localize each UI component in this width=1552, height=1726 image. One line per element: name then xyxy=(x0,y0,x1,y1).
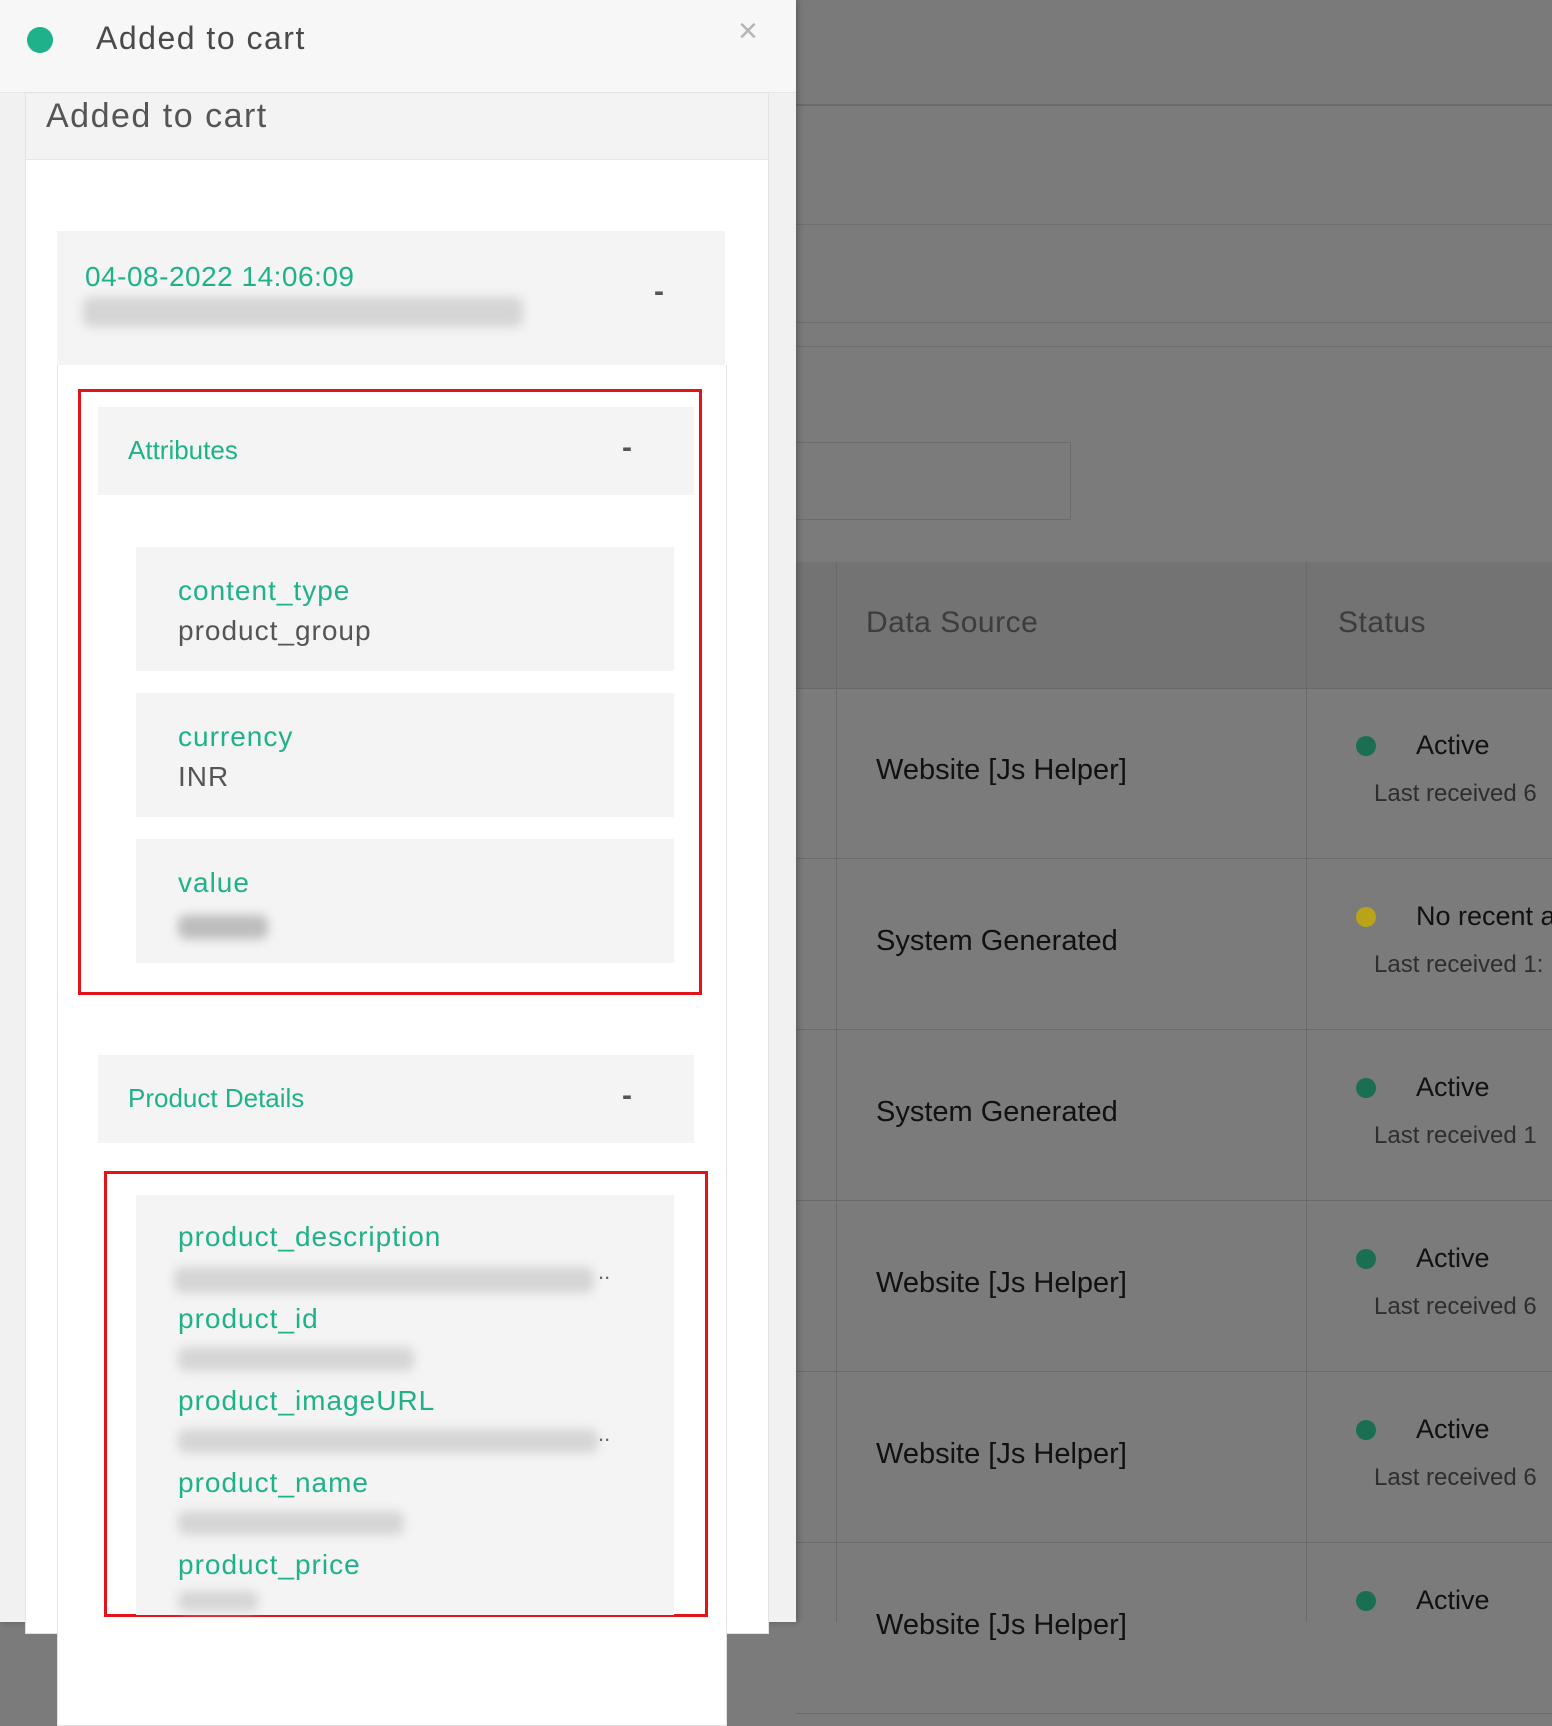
background-band xyxy=(796,226,1552,323)
event-card: Added to cart 04-08-2022 14:06:09 - Attr… xyxy=(25,92,769,1726)
background-topbar xyxy=(796,0,1552,106)
truncation-ellipsis: .. xyxy=(598,1259,611,1284)
data-source-cell: Website [Js Helper] xyxy=(876,754,1127,786)
data-source-cell: System Generated xyxy=(876,925,1118,957)
last-received-text: Last received 6 xyxy=(1374,780,1537,807)
redacted-text xyxy=(178,1511,404,1535)
redacted-text xyxy=(174,1267,594,1293)
event-accordion-header[interactable]: 04-08-2022 14:06:09 - xyxy=(57,231,725,365)
table-header-row: Data Source Status xyxy=(796,562,1552,689)
status-dot-icon xyxy=(1356,1591,1376,1611)
attribute-key: content_type xyxy=(178,575,351,606)
data-source-cell: Website [Js Helper] xyxy=(876,1609,1127,1641)
event-datetime: 04-08-2022 14:06:09 xyxy=(85,261,355,292)
product-details-section-header[interactable]: Product Details - xyxy=(98,1055,694,1143)
table-row: Website [Js Helper] Active xyxy=(796,1543,1552,1714)
redacted-text xyxy=(178,1591,258,1611)
drawer-title: Added to cart xyxy=(96,20,306,56)
column-header-data-source: Data Source xyxy=(866,606,1039,639)
status-dot-icon xyxy=(1356,907,1376,927)
status-dot-icon xyxy=(27,27,53,53)
data-source-cell: System Generated xyxy=(876,1096,1118,1128)
last-received-text: Last received 6 xyxy=(1374,1293,1537,1320)
product-key: product_name xyxy=(178,1467,370,1498)
product-details-panel: product_description .. product_id produc… xyxy=(136,1195,674,1615)
status-dot-icon xyxy=(1356,1078,1376,1098)
table-row: Website [Js Helper] Active Last received… xyxy=(796,688,1552,859)
status-dot-icon xyxy=(1356,736,1376,756)
last-received-text: Last received 1: xyxy=(1374,951,1544,978)
table-row: Website [Js Helper] Active Last received… xyxy=(796,1372,1552,1543)
last-received-text: Last received 6 xyxy=(1374,1464,1537,1491)
redacted-text xyxy=(178,1347,414,1371)
attribute-item: currency INR xyxy=(136,693,674,817)
product-key: product_price xyxy=(178,1549,361,1580)
status-label: Active xyxy=(1416,1414,1490,1444)
truncation-ellipsis: .. xyxy=(598,1421,611,1446)
background-band xyxy=(796,106,1552,225)
redacted-text xyxy=(178,915,268,939)
status-dot-icon xyxy=(1356,1249,1376,1269)
table-row: System Generated No recent a Last receiv… xyxy=(796,859,1552,1030)
card-title-bar: Added to cart xyxy=(26,93,768,160)
table-row: System Generated Active Last received 1 xyxy=(796,1030,1552,1201)
status-label: Active xyxy=(1416,1585,1490,1615)
table-row: Website [Js Helper] Active Last received… xyxy=(796,1201,1552,1372)
close-icon[interactable]: × xyxy=(738,12,758,51)
redacted-text xyxy=(178,1429,598,1453)
product-key: product_description xyxy=(178,1221,442,1252)
product-key: product_imageURL xyxy=(178,1385,436,1416)
background-search-input xyxy=(796,442,1071,520)
attribute-value: product_group xyxy=(178,615,372,646)
attributes-section-header[interactable]: Attributes - xyxy=(98,407,694,495)
attribute-item: content_type product_group xyxy=(136,547,674,671)
background-page: Data Source Status Website [Js Helper] A… xyxy=(796,0,1552,1714)
data-source-cell: Website [Js Helper] xyxy=(876,1267,1127,1299)
card-title: Added to cart xyxy=(46,97,268,135)
product-key: product_id xyxy=(178,1303,319,1334)
collapse-toggle[interactable]: - xyxy=(622,1079,632,1113)
status-label: Active xyxy=(1416,1243,1490,1273)
data-source-cell: Website [Js Helper] xyxy=(876,1438,1127,1470)
attribute-key: currency xyxy=(178,721,294,752)
attributes-title: Attributes xyxy=(128,435,238,465)
collapse-toggle[interactable]: - xyxy=(622,431,632,465)
attribute-key: value xyxy=(178,867,250,898)
status-label: Active xyxy=(1416,730,1490,760)
data-sources-table: Data Source Status Website [Js Helper] A… xyxy=(796,562,1552,1714)
product-details-title: Product Details xyxy=(128,1083,305,1113)
redacted-text xyxy=(83,297,523,327)
event-detail-drawer: Added to cart × Added to cart 04-08-2022… xyxy=(0,0,796,1726)
column-header-status: Status xyxy=(1338,606,1427,639)
last-received-text: Last received 1 xyxy=(1374,1122,1537,1149)
status-dot-icon xyxy=(1356,1420,1376,1440)
status-label: No recent a xyxy=(1416,901,1552,931)
drawer-header: Added to cart × xyxy=(0,0,796,93)
attribute-value: INR xyxy=(178,761,230,792)
collapse-toggle[interactable]: - xyxy=(654,275,664,309)
status-label: Active xyxy=(1416,1072,1490,1102)
attribute-item: value xyxy=(136,839,674,963)
